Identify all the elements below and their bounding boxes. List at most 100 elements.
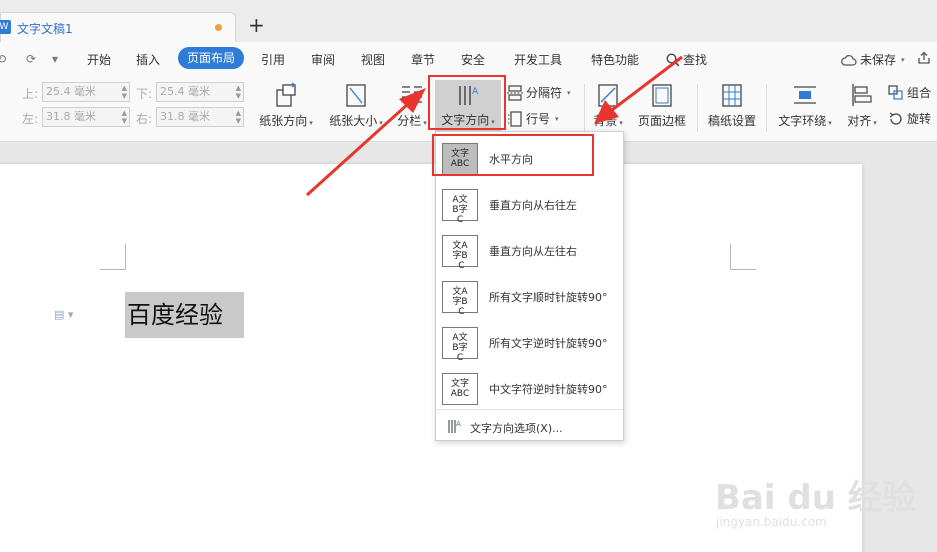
margin-left-label: 左:: [22, 112, 39, 126]
page-border-label: 页面边框: [637, 114, 686, 128]
margin-right-label: 右:: [136, 112, 153, 126]
spinner-icon[interactable]: ▲ ▼: [236, 84, 241, 100]
menu-references[interactable]: 引用: [261, 51, 285, 68]
menu-item-label: 中文字符逆时针旋转90°: [489, 383, 608, 396]
margin-top-value: 25.4 毫米: [46, 85, 96, 98]
group-icon: [888, 84, 903, 100]
annotation-highlight-box: [432, 134, 594, 176]
margin-top-label: 上:: [22, 87, 39, 101]
page-orientation-icon: [276, 82, 297, 107]
vertical-ltr-icon: 文A 字B C: [442, 235, 478, 271]
page-border-button[interactable]: 页面边框: [636, 82, 688, 129]
writer-doc-icon: W: [0, 20, 11, 34]
align-button[interactable]: 对齐 ▾: [844, 82, 880, 129]
menu-review[interactable]: 审阅: [311, 51, 335, 68]
menu-home[interactable]: 开始: [87, 51, 111, 68]
new-tab-button[interactable]: +: [248, 12, 265, 38]
menu-bar: ⟲ ⟳ ▾ 开始 插入 页面布局 引用 审阅 视图 章节 安全 开发工具 特色功…: [0, 42, 937, 76]
menu-item-label: 垂直方向从左往右: [489, 245, 577, 258]
menu-item-label: 所有文字逆时针旋转90°: [489, 337, 608, 350]
text-direction-options-icon: A: [448, 420, 461, 433]
menu-item-rotate-cw[interactable]: 文A 字B C 所有文字顺时针旋转90°: [436, 274, 623, 320]
annotation-highlight-box: [428, 75, 506, 130]
cjk-rotate-icon: 文字 ABC: [442, 373, 478, 405]
menu-divider: [436, 409, 623, 410]
spinner-icon[interactable]: ▲ ▼: [236, 109, 241, 125]
align-icon: [852, 84, 872, 106]
margin-top-input[interactable]: 25.4 毫米 ▲ ▼: [42, 82, 130, 102]
unsaved-status[interactable]: 未保存 ▾: [841, 51, 905, 68]
margin-bottom-input[interactable]: 25.4 毫米 ▲ ▼: [156, 82, 244, 102]
document-tab[interactable]: W 文字文稿1: [0, 12, 236, 42]
margin-bottom-label: 下:: [136, 87, 153, 101]
line-numbers-button[interactable]: 行号 ▾: [507, 110, 559, 127]
group-label: 组合: [907, 86, 932, 100]
tab-bar: W 文字文稿1 +: [0, 0, 937, 42]
menu-item-rotate-ccw[interactable]: A文 B字 C 所有文字逆时针旋转90°: [436, 320, 623, 366]
undo-icon[interactable]: ⟲: [0, 52, 6, 66]
page-size-label: 纸张大小: [329, 114, 378, 128]
chevron-down-icon: ▾: [828, 119, 832, 127]
page-orientation-label: 纸张方向: [259, 114, 308, 128]
share-icon: [918, 51, 930, 64]
search-button[interactable]: 查找: [666, 51, 707, 68]
baidu-watermark-url: jingyan.baidu.com: [716, 515, 827, 529]
menu-item-cjk-rotate[interactable]: 文字 ABC 中文字符逆时针旋转90°: [436, 366, 623, 412]
chevron-down-icon: ▾: [619, 119, 623, 127]
text-direction-options-item[interactable]: A 文字方向选项(X)...: [436, 412, 623, 440]
rotate-button[interactable]: 旋转: [888, 110, 931, 127]
page-background-button[interactable]: 背景 ▾: [590, 82, 626, 129]
breaks-button[interactable]: 分隔符 ▾: [507, 84, 571, 101]
chevron-down-icon: ▾: [555, 114, 559, 123]
align-label: 对齐: [847, 114, 872, 128]
baidu-watermark: Bai du 经验: [715, 478, 916, 518]
margin-right-input[interactable]: 31.8 毫米 ▲ ▼: [156, 107, 244, 127]
unsaved-dot-icon: [215, 24, 222, 31]
menu-page-layout[interactable]: 页面布局: [178, 47, 245, 69]
page-background-label: 背景: [593, 114, 618, 128]
group-button[interactable]: 组合: [888, 84, 931, 101]
text-wrap-button[interactable]: 文字环绕 ▾: [774, 82, 836, 129]
chevron-down-icon: ▾: [873, 119, 877, 127]
chevron-down-icon: ▾: [901, 55, 905, 64]
menu-item-label: 所有文字顺时针旋转90°: [489, 291, 608, 304]
menu-security[interactable]: 安全: [461, 51, 485, 68]
selected-text[interactable]: 百度经验: [125, 292, 244, 338]
menu-item-label: 垂直方向从右往左: [489, 199, 577, 212]
margin-corner-marker: [730, 244, 756, 270]
chevron-down-icon: ▾: [423, 119, 427, 127]
text-wrap-label: 文字环绕: [778, 114, 827, 128]
margin-left-input[interactable]: 31.8 毫米 ▲ ▼: [42, 107, 130, 127]
menu-item-vertical-rtl[interactable]: A文 B字 C 垂直方向从右往左: [436, 182, 623, 228]
menu-item-vertical-ltr[interactable]: 文A 字B C 垂直方向从左往右: [436, 228, 623, 274]
menu-chapter[interactable]: 章节: [411, 51, 435, 68]
menu-insert[interactable]: 插入: [136, 51, 160, 68]
menu-features[interactable]: 特色功能: [591, 51, 639, 68]
manuscript-paper-label: 稿纸设置: [707, 114, 756, 128]
redo-icon[interactable]: ⟳: [26, 52, 36, 66]
page-size-button[interactable]: 纸张大小 ▾: [326, 82, 386, 129]
page-orientation-button[interactable]: 纸张方向 ▾: [256, 82, 316, 129]
paragraph-handle-icon[interactable]: ▤ ▾: [54, 308, 73, 321]
vertical-rtl-icon: A文 B字 C: [442, 189, 478, 225]
menu-view[interactable]: 视图: [361, 51, 385, 68]
columns-label: 分栏: [397, 114, 422, 128]
text-wrap-icon: [794, 86, 816, 104]
share-button[interactable]: [917, 51, 931, 68]
quick-access-more-icon[interactable]: ▾: [52, 52, 58, 66]
page-size-icon: [346, 84, 366, 107]
margin-right-value: 31.8 毫米: [160, 110, 210, 123]
rotate-icon: [889, 112, 902, 125]
chevron-down-icon: ▾: [309, 119, 313, 127]
columns-button[interactable]: 分栏 ▾: [394, 82, 430, 129]
grid-paper-icon: [722, 84, 742, 107]
line-numbers-label: 行号: [526, 112, 551, 126]
unsaved-label: 未保存: [860, 53, 897, 67]
spinner-icon[interactable]: ▲ ▼: [122, 109, 127, 125]
manuscript-paper-button[interactable]: 稿纸设置: [704, 82, 760, 129]
rotate-label: 旋转: [907, 112, 932, 126]
spinner-icon[interactable]: ▲ ▼: [122, 84, 127, 100]
ribbon-divider: [584, 84, 585, 132]
menu-developer[interactable]: 开发工具: [514, 51, 562, 68]
text-direction-options-label: 文字方向选项(X)...: [470, 422, 563, 435]
